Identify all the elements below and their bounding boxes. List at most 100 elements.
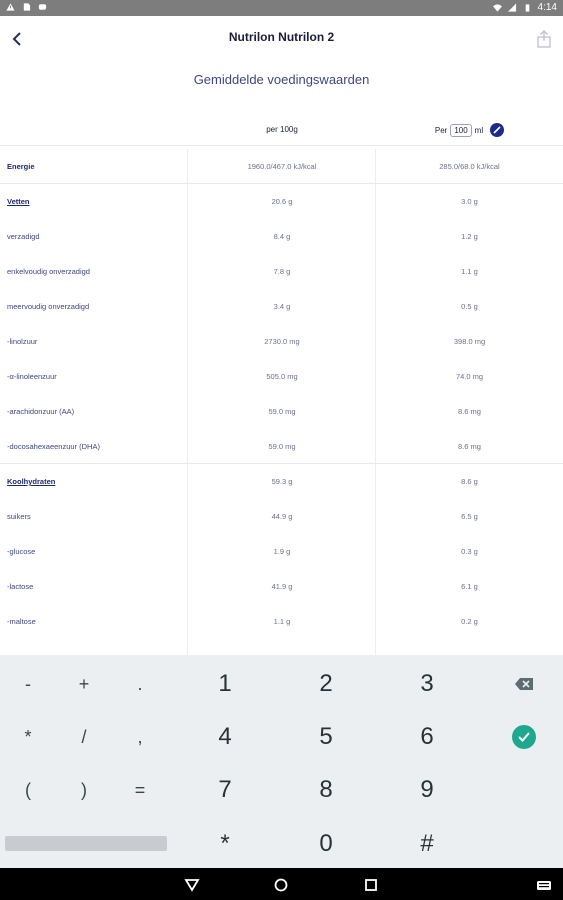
signal-icon — [507, 3, 516, 12]
col-per100g-header: per 100g — [266, 125, 298, 134]
edit-amount-button[interactable] — [490, 123, 505, 137]
system-nav-bar — [0, 868, 563, 900]
row-value-perml: 6.5 g — [461, 512, 478, 521]
col-per-amount-header: Per 100 ml — [376, 123, 563, 137]
row-value-perml: 1.1 g — [461, 267, 478, 276]
notification-icon — [38, 4, 47, 10]
amount-input[interactable]: 100 — [450, 123, 472, 137]
row-label: -α-linoleenzuur — [7, 372, 57, 381]
table-row: -maltose 1.1 g 0.2 g — [0, 604, 563, 639]
row-label: -maltose — [7, 617, 36, 626]
row-label: -arachidonzuur (AA) — [7, 407, 75, 416]
row-value-per100g: 7.8 g — [273, 267, 291, 276]
key-3[interactable]: 3 — [397, 665, 457, 703]
row-value-perml: 1.2 g — [461, 232, 478, 241]
back-triangle-icon[interactable] — [183, 876, 201, 894]
section-subtitle: Gemiddelde voedingswaarden — [193, 72, 370, 87]
key-open-paren[interactable]: ( — [8, 773, 48, 807]
clock: 4:14 — [537, 2, 557, 13]
table-row: suikers 44.9 g 6.5 g — [0, 499, 563, 534]
row-value-per100g: 59.0 mg — [268, 442, 296, 451]
pencil-icon — [493, 126, 501, 134]
per-label: Per — [434, 125, 448, 135]
table-row: -glucose 1.9 g 0.3 g — [0, 534, 563, 569]
key-equals[interactable]: = — [120, 773, 160, 807]
table-row: Vetten 20.6 g 3.0 g — [0, 184, 563, 219]
row-label: -glucose — [7, 547, 36, 556]
key-asterisk[interactable]: * — [8, 720, 48, 754]
row-label: -lactose — [7, 582, 34, 591]
sd-card-icon — [23, 3, 31, 11]
row-value-perml: 74.0 mg — [455, 372, 484, 381]
row-value-perml: 8.6 mg — [458, 442, 481, 451]
row-value-per100g: 3.4 g — [273, 302, 291, 311]
row-value-perml: 285.0/68.0 kJ/kcal — [439, 162, 500, 171]
page-title: Nutrilon Nutrilon 2 — [228, 30, 335, 44]
share-icon — [537, 30, 551, 48]
row-value-per100g: 1960.0/467.0 kJ/kcal — [247, 162, 317, 171]
key-comma[interactable]: , — [120, 720, 160, 754]
row-value-per100g: 2730.0 mg — [264, 337, 300, 346]
row-value-perml: 3.0 g — [461, 197, 478, 206]
row-value-per100g: 59.0 mg — [268, 407, 296, 416]
key-star[interactable]: * — [195, 825, 255, 863]
key-7[interactable]: 7 — [195, 771, 255, 809]
alert-icon — [6, 3, 15, 11]
row-value-per100g: 59.3 g — [271, 477, 293, 486]
key-2[interactable]: 2 — [296, 665, 356, 703]
share-button[interactable] — [535, 30, 553, 48]
key-0[interactable]: 0 — [296, 825, 356, 863]
row-label: verzadigd — [7, 232, 40, 241]
key-plus[interactable]: + — [64, 667, 104, 701]
backspace-key[interactable] — [500, 667, 548, 701]
table-header: per 100g Per 100 ml — [0, 118, 563, 146]
key-4[interactable]: 4 — [195, 718, 255, 756]
key-9[interactable]: 9 — [397, 771, 457, 809]
row-label: enkelvoudig onverzadigd — [7, 267, 90, 276]
table-row: -linolzuur 2730.0 mg 398.0 mg — [0, 324, 563, 359]
key-period[interactable]: . — [120, 667, 160, 701]
row-value-perml: 0.2 g — [461, 617, 478, 626]
row-value-per100g: 41.9 g — [271, 582, 293, 591]
battery-icon — [525, 3, 529, 12]
key-8[interactable]: 8 — [296, 771, 356, 809]
key-close-paren[interactable]: ) — [64, 773, 104, 807]
row-value-per100g: 44.9 g — [271, 512, 293, 521]
key-hash[interactable]: # — [397, 825, 457, 863]
row-value-perml: 0.3 g — [461, 547, 478, 556]
app-header: Nutrilon Nutrilon 2 — [0, 16, 563, 62]
row-value-per100g: 505.0 mg — [266, 372, 298, 381]
space-bar[interactable] — [5, 836, 167, 851]
table-row: enkelvoudig onverzadigd 7.8 g 1.1 g — [0, 254, 563, 289]
row-label: -linolzuur — [7, 337, 38, 346]
table-row: -α-linoleenzuur 505.0 mg 74.0 mg — [0, 359, 563, 394]
row-value-per100g: 1.1 g — [273, 617, 291, 626]
key-5[interactable]: 5 — [296, 718, 356, 756]
numeric-keyboard: - + . 1 2 3 * / , 4 5 6 ( ) = 7 8 9 * 0 … — [0, 655, 563, 868]
status-bar: 4:14 — [0, 0, 563, 16]
done-button[interactable] — [512, 725, 536, 749]
backspace-icon — [515, 678, 533, 690]
row-label: suikers — [7, 512, 31, 521]
key-minus[interactable]: - — [8, 667, 48, 701]
recents-square-icon[interactable] — [362, 876, 380, 894]
row-value-perml: 8.6 g — [461, 477, 478, 486]
table-row: meervoudig onverzadigd 3.4 g 0.5 g — [0, 289, 563, 324]
row-value-per100g: 1.9 g — [273, 547, 291, 556]
row-value-per100g: 8.4 g — [273, 232, 291, 241]
table-row: -arachidonzuur (AA) 59.0 mg 8.6 mg — [0, 394, 563, 429]
home-circle-icon[interactable] — [272, 876, 290, 894]
key-slash[interactable]: / — [64, 720, 104, 754]
done-key[interactable] — [500, 720, 548, 754]
key-6[interactable]: 6 — [397, 718, 457, 756]
row-value-perml: 0.5 g — [461, 302, 478, 311]
unit-label: ml — [474, 125, 484, 135]
row-label: -docosahexaeenzuur (DHA) — [7, 442, 100, 451]
checkmark-icon — [518, 732, 530, 742]
key-1[interactable]: 1 — [195, 665, 255, 703]
row-value-perml: 8.6 mg — [458, 407, 481, 416]
keyboard-icon[interactable] — [535, 876, 553, 894]
table-row: Koolhydraten 59.3 g 8.6 g — [0, 464, 563, 499]
row-value-perml: 6.1 g — [461, 582, 478, 591]
app-screen: 4:14 Nutrilon Nutrilon 2 Gemiddelde voed… — [0, 0, 563, 900]
